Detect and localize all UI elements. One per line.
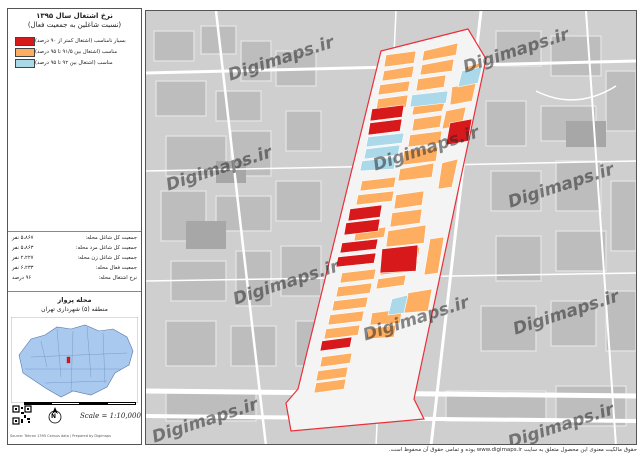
divider <box>8 291 141 292</box>
legend-item-orange: مناسب (اشتغال بین ۹۱/۵ تا ۹۵ درصد) <box>12 47 137 57</box>
legend-swatch-blue <box>15 58 35 68</box>
basemap-streets <box>146 11 636 444</box>
legend-swatch-red <box>15 36 35 46</box>
map-subtitle: (نسبت شاغلین به جمعیت فعال) <box>27 21 122 29</box>
stat-value: ۵،۸۶۷ نفر <box>12 235 34 241</box>
legend-panel: نرخ اشتغال سال ۱۳۹۵ (نسبت شاغلین به جمعی… <box>7 8 142 445</box>
legend-label: مناسب (اشتغال بین ۹۱/۵ تا ۹۵ درصد) <box>35 49 118 55</box>
qr-code-icon <box>12 405 32 425</box>
stat-label: جمعیت کل شاغل محله: <box>85 235 137 241</box>
copyright-footer: حقوق مالکیت معنوی این محصول متعلق به سای… <box>388 447 637 453</box>
district-name: منطقه (۵) شهرداری تهران <box>41 306 108 313</box>
stat-row: جمعیت کل شاغل محله: ۵،۸۶۷ نفر <box>12 235 137 244</box>
stat-label: جمعیت فعال محله: <box>95 265 137 271</box>
legend-label: مناسب (اشتغال بین ۹۲ تا ۹۵ درصد) <box>35 60 113 66</box>
legend-swatch-orange <box>15 47 35 57</box>
legend-label: بسیار نامناسب (اشتغال کمتر از ۹۰ درصد) <box>35 38 126 44</box>
stat-value: ۲،۲۲۷ نفر <box>12 255 34 261</box>
neighborhood-locator <box>66 356 71 364</box>
stat-value: ۹۶ درصد <box>12 275 32 281</box>
stat-label: نرخ اشتغال محله: <box>98 275 137 281</box>
stat-label: جمعیت کل شاغل زن محله: <box>77 255 137 261</box>
stat-row: جمعیت فعال محله: ۶،۲۳۳ نفر <box>12 265 137 274</box>
divider <box>8 231 141 232</box>
stat-row: جمعیت کل شاغل زن محله: ۲،۲۲۷ نفر <box>12 255 137 264</box>
scale-text: Scale = 1:10,000 <box>80 412 141 420</box>
legend-item-blue: مناسب (اشتغال بین ۹۲ تا ۹۵ درصد) <box>12 58 137 68</box>
neighborhood-name: محله پرواز <box>57 296 92 304</box>
stat-row: جمعیت کل شاغل مرد محله: ۵،۸۶۳ نفر <box>12 245 137 254</box>
stat-label: جمعیت کل شاغل مرد محله: <box>75 245 137 251</box>
map-canvas[interactable]: Digimaps.ir Digimaps.ir Digimaps.ir Digi… <box>145 10 637 445</box>
map-document: نرخ اشتغال سال ۱۳۹۵ (نسبت شاغلین به جمعی… <box>0 0 643 461</box>
legend-item-red: بسیار نامناسب (اشتغال کمتر از ۹۰ درصد) <box>12 36 137 46</box>
scale-bar <box>24 402 136 405</box>
north-label: N <box>51 413 57 420</box>
map-credit: Source: Tehran 1395 Census data / Prepar… <box>10 434 111 438</box>
stat-value: ۶،۲۳۳ نفر <box>12 265 34 271</box>
locator-map <box>11 317 138 403</box>
stat-row: نرخ اشتغال محله: ۹۶ درصد <box>12 275 137 284</box>
map-title: نرخ اشتغال سال ۱۳۹۵ <box>36 12 113 20</box>
stat-value: ۵،۸۶۳ نفر <box>12 245 34 251</box>
